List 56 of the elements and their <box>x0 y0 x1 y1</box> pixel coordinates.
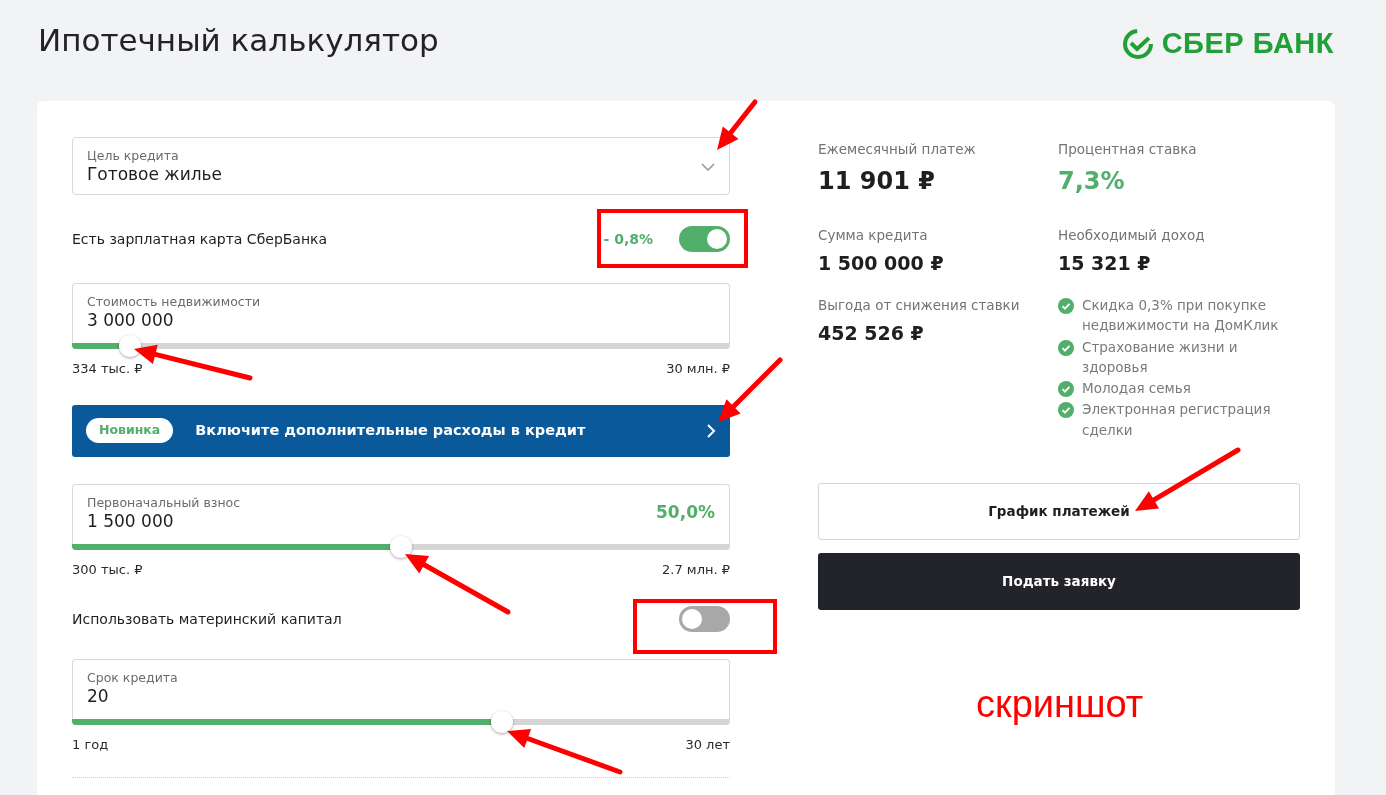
slider-thumb[interactable] <box>490 711 513 734</box>
benefit-text: Страхование жизни и здоровья <box>1082 337 1239 377</box>
max-label: 30 лет <box>685 736 730 755</box>
result-value: 15 321 ₽ <box>1058 251 1152 277</box>
result-value: 452 526 ₽ <box>818 321 925 347</box>
toggle-label: Использовать материнский капитал <box>72 609 342 629</box>
annotation-arrow <box>717 99 758 150</box>
toggle-label: Есть зарплатная карта СберБанка <box>72 229 328 249</box>
schedule-button[interactable]: График платежей <box>818 482 1300 540</box>
field-label: Цель кредита <box>87 148 180 163</box>
min-label: 334 тыс. ₽ <box>72 360 143 379</box>
field-value: Готовое жилье <box>87 163 223 186</box>
result-label: Выгода от снижения ставки <box>818 296 1021 315</box>
slider-thumb[interactable] <box>390 535 412 558</box>
field-value: 20 <box>87 685 110 708</box>
result-label: Ежемесячный платеж <box>818 140 977 159</box>
check-icon <box>1058 298 1074 314</box>
result-value: 11 901 ₽ <box>818 166 936 198</box>
field-label: Первоначальный взнос <box>87 494 241 510</box>
percent-value: 50,0% <box>656 501 715 525</box>
input-field[interactable]: Первоначальный взнос 1 500 000 50,0% <box>72 483 730 536</box>
check-icon <box>1058 381 1074 397</box>
submit-button[interactable]: Подать заявку <box>818 552 1300 610</box>
logo-icon <box>1121 27 1154 60</box>
slider-thumb[interactable] <box>118 335 141 358</box>
field-value: 3 000 000 <box>87 309 175 332</box>
select-field[interactable]: Цель кредита Готовое жилье <box>72 137 730 196</box>
max-label: 2.7 млн. ₽ <box>662 560 730 579</box>
min-label: 300 тыс. ₽ <box>72 560 143 579</box>
new-badge: Новинка <box>86 418 174 444</box>
result-value: 1 500 000 ₽ <box>818 251 945 277</box>
check-icon <box>1058 402 1074 419</box>
chevron-right-icon <box>707 423 716 438</box>
toggle-switch[interactable] <box>679 226 730 253</box>
field-value: 1 500 000 <box>87 510 175 532</box>
result-value: 7,3% <box>1058 166 1126 198</box>
annotation-text: скриншот <box>976 685 1144 723</box>
page-title: Ипотечный калькулятор <box>38 22 439 60</box>
benefit-text: Скидка 0,3% при покупке недвижимости на ДомКлик <box>1082 296 1280 336</box>
result-label: Необходимый доход <box>1058 226 1206 245</box>
promo-banner[interactable]: Новинка Включите дополнительные расходы в кредит <box>72 404 730 457</box>
annotation-arrow <box>718 357 783 422</box>
logo-text: СБЕР БАНК <box>1161 26 1334 61</box>
field-label: Срок кредита <box>87 670 178 686</box>
result-label: Сумма кредита <box>818 226 929 245</box>
check-icon <box>1058 339 1074 356</box>
field-label: Стоимость недвижимости <box>87 294 261 310</box>
benefit-text: Молодая семья <box>1082 379 1191 398</box>
result-label: Процентная ставка <box>1058 140 1198 159</box>
max-label: 30 млн. ₽ <box>666 360 730 379</box>
discount-label: - 0,8% <box>603 229 653 249</box>
banner-text: Включите дополнительные расходы в кредит <box>195 420 587 440</box>
benefit-text: Электронная регистрация сделки <box>1082 400 1272 440</box>
chevron-down-icon <box>701 162 715 171</box>
min-label: 1 год <box>72 736 109 755</box>
toggle-switch[interactable] <box>679 606 730 633</box>
